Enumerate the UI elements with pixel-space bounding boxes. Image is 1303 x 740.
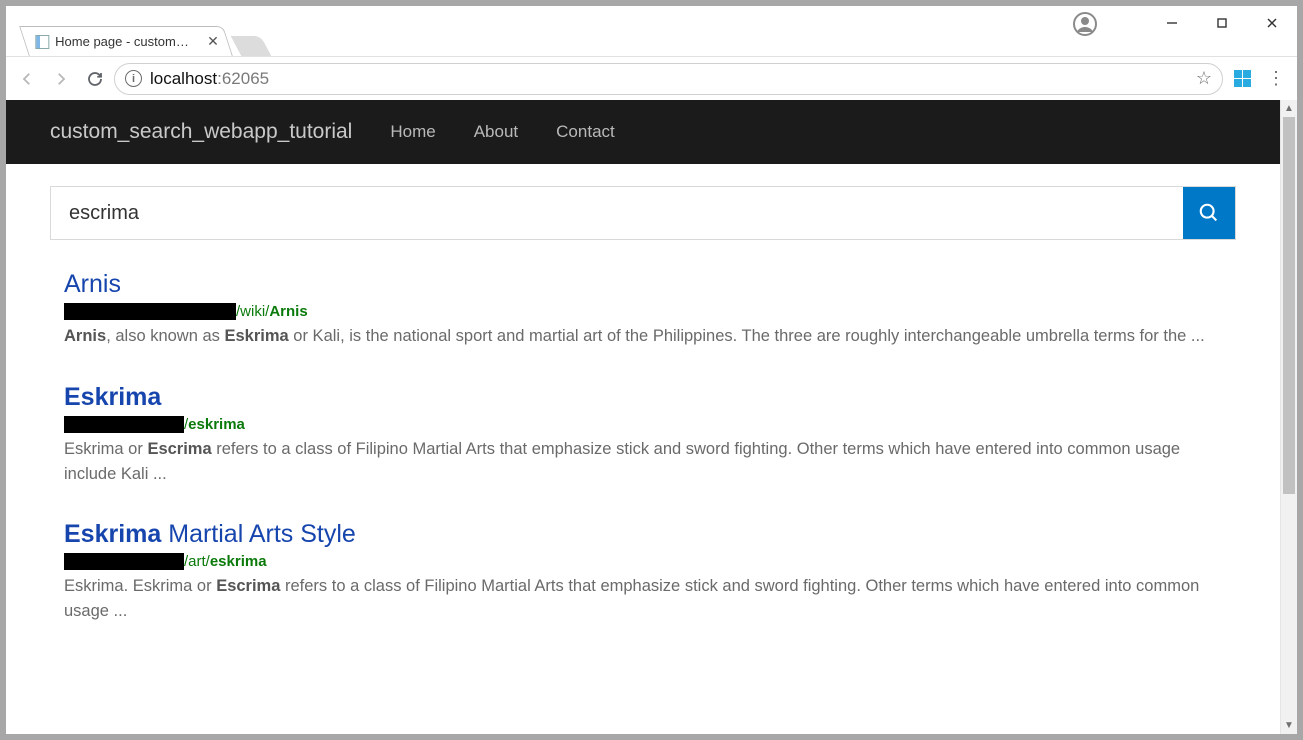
maximize-button[interactable] [1197,6,1247,40]
minimize-button[interactable] [1147,6,1197,40]
account-icon[interactable] [1073,12,1097,36]
site-nav: custom_search_webapp_tutorial Home About… [6,100,1280,164]
titlebar: Home page - custom_se… ✕ [6,6,1297,56]
viewport: custom_search_webapp_tutorial Home About… [6,100,1297,734]
redacted-domain [64,303,236,320]
tab-strip: Home page - custom_se… ✕ [24,6,266,56]
new-tab-button[interactable] [230,36,271,56]
windows-extension-icon[interactable] [1227,64,1257,94]
address-bar[interactable]: i localhost:62065 ☆ [114,63,1223,95]
vertical-scrollbar[interactable]: ▲ ▼ [1280,100,1297,734]
tab-close-icon[interactable]: ✕ [207,33,219,50]
result-title[interactable]: Eskrima [64,383,1222,412]
redacted-domain [64,553,184,570]
result-url[interactable]: /art/eskrima [64,553,1222,570]
window-controls [1147,6,1297,40]
result-snippet: Eskrima or Escrima refers to a class of … [64,437,1222,487]
scroll-down-arrow[interactable]: ▼ [1281,717,1297,734]
site-info-icon[interactable]: i [125,70,142,87]
forward-button [46,64,76,94]
result-url[interactable]: /wiki/Arnis [64,303,1222,320]
nav-home[interactable]: Home [390,122,435,142]
nav-contact[interactable]: Contact [556,122,615,142]
result-url[interactable]: /eskrima [64,416,1222,433]
browser-tab[interactable]: Home page - custom_se… ✕ [19,26,232,56]
browser-menu-icon[interactable]: ⋮ [1261,68,1291,89]
search-results: Arnis/wiki/Arnis Arnis, also known as Esk… [64,270,1222,624]
result-title[interactable]: Arnis [64,270,1222,299]
url-text: localhost:62065 [150,69,269,89]
page-content: custom_search_webapp_tutorial Home About… [6,100,1280,734]
search-result: Eskrima/eskrima Eskrima or Escrima refers… [64,383,1222,487]
bookmark-star-icon[interactable]: ☆ [1196,68,1212,89]
result-title[interactable]: Eskrima Martial Arts Style [64,520,1222,549]
nav-about[interactable]: About [474,122,518,142]
search-result: Eskrima Martial Arts Style/art/eskrima Es… [64,520,1222,624]
search-result: Arnis/wiki/Arnis Arnis, also known as Esk… [64,270,1222,349]
close-window-button[interactable] [1247,6,1297,40]
search-input[interactable] [51,187,1183,239]
reload-button[interactable] [80,64,110,94]
tab-title: Home page - custom_se… [55,34,195,49]
back-button [12,64,42,94]
browser-window: Home page - custom_se… ✕ i localhost:6 [6,6,1297,734]
search-button[interactable] [1183,187,1235,239]
search-bar [50,186,1236,240]
result-snippet: Arnis, also known as Eskrima or Kali, is… [64,324,1222,349]
site-brand[interactable]: custom_search_webapp_tutorial [50,120,352,144]
redacted-domain [64,416,184,433]
search-icon [1198,202,1220,224]
favicon-icon [35,35,49,49]
address-bar-row: i localhost:62065 ☆ ⋮ [6,56,1297,100]
scroll-up-arrow[interactable]: ▲ [1281,100,1297,117]
scroll-thumb[interactable] [1283,117,1295,494]
result-snippet: Eskrima. Eskrima or Escrima refers to a … [64,574,1222,624]
